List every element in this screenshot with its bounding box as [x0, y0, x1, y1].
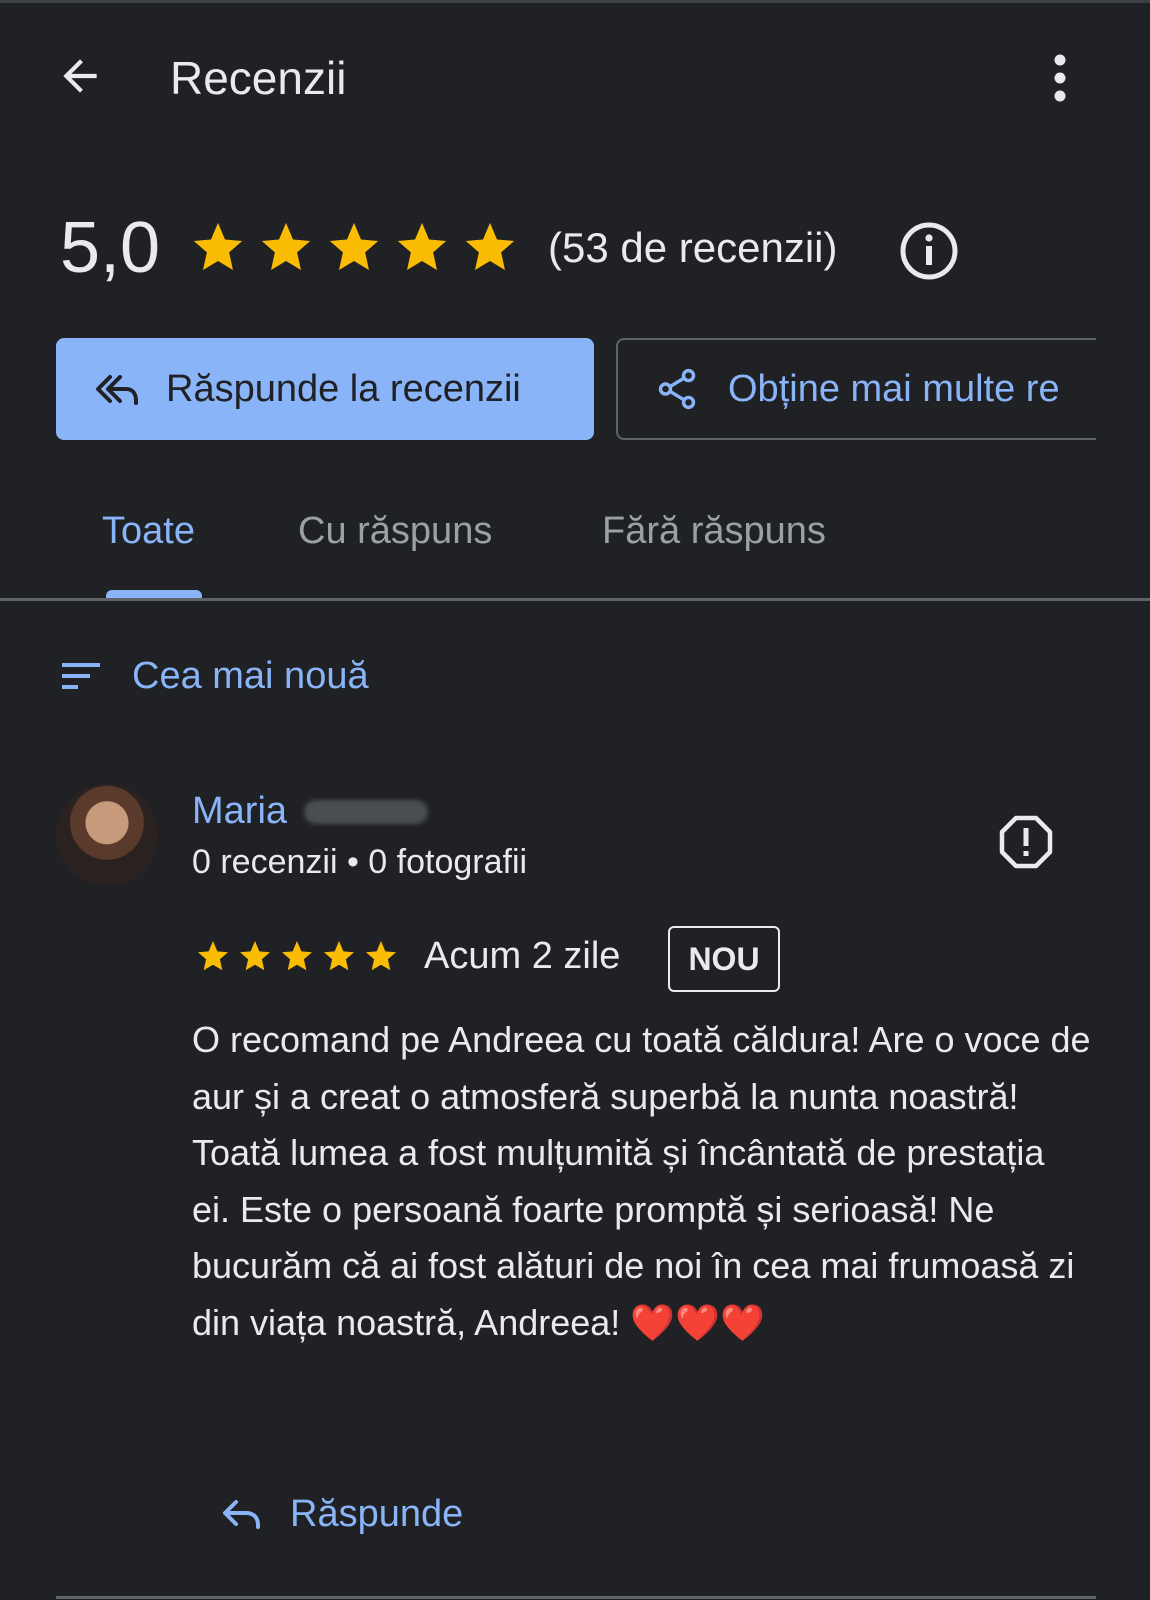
- reply-button[interactable]: Răspunde: [220, 1486, 463, 1542]
- star-icon: [366, 941, 396, 971]
- arrow-back-icon: [63, 59, 97, 93]
- status-divider: [0, 0, 1150, 3]
- reviewer-avatar[interactable]: [56, 784, 158, 886]
- reply-icon: [220, 1496, 262, 1532]
- reviewer-name[interactable]: Maria: [192, 786, 287, 836]
- share-icon: [654, 366, 700, 412]
- review-date: Acum 2 zile: [424, 935, 621, 977]
- tab-all[interactable]: Toate: [102, 506, 195, 556]
- star-icon: [329, 222, 379, 270]
- average-rating: 5,0: [60, 208, 161, 288]
- more-vert-icon: [1054, 54, 1066, 102]
- star-icon: [282, 941, 312, 971]
- get-more-reviews-label: Obține mai multe re: [728, 367, 1060, 410]
- active-tab-indicator: [106, 590, 202, 598]
- star-icon: [465, 222, 515, 270]
- star-icon: [193, 222, 243, 270]
- tab-answered[interactable]: Cu răspuns: [298, 506, 492, 556]
- tab-unanswered[interactable]: Fără răspuns: [602, 506, 826, 556]
- reply-to-reviews-button[interactable]: Răspunde la recenzii: [56, 338, 594, 440]
- redacted-surname: [304, 800, 428, 824]
- reply-to-reviews-label: Răspunde la recenzii: [166, 367, 521, 410]
- report-icon: [999, 815, 1053, 869]
- star-icon: [261, 222, 311, 270]
- review-text: O recomand pe Andreea cu toată căldura! …: [192, 1019, 1091, 1343]
- reply-all-icon: [94, 369, 140, 409]
- review-count: (53 de recenzii): [548, 224, 838, 271]
- sort-icon: [60, 660, 102, 692]
- reviewer-stats: 0 recenzii • 0 fotografii: [192, 843, 528, 881]
- report-review-button[interactable]: [998, 814, 1054, 870]
- star-icon: [198, 941, 228, 971]
- more-options-button[interactable]: [1040, 50, 1080, 106]
- get-more-reviews-button[interactable]: Obține mai multe re: [616, 338, 1096, 440]
- review-star-rating: [194, 938, 400, 974]
- back-button[interactable]: [52, 48, 108, 104]
- review-divider: [56, 1596, 1096, 1599]
- star-icon: [324, 941, 354, 971]
- star-icon: [397, 222, 447, 270]
- info-icon: [900, 222, 958, 280]
- page-title: Recenzii: [170, 52, 347, 104]
- info-button[interactable]: [898, 220, 960, 282]
- sort-label: Cea mai nouă: [132, 654, 369, 697]
- reply-label: Răspunde: [290, 1492, 464, 1535]
- new-badge: NOU: [668, 926, 780, 992]
- tabs-divider: [0, 598, 1150, 601]
- sort-button[interactable]: Cea mai nouă: [60, 650, 369, 702]
- average-rating-stars: [188, 218, 520, 276]
- star-icon: [240, 941, 270, 971]
